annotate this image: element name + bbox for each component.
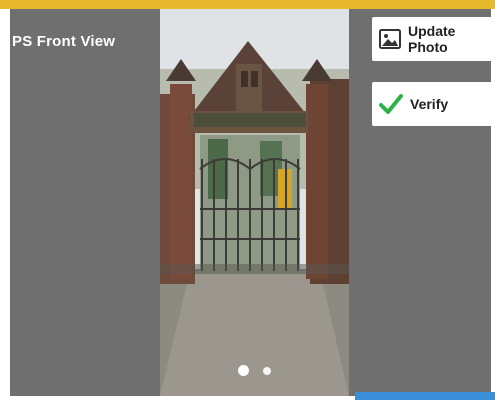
top-accent-bar [0,0,495,9]
carousel-dot-active[interactable] [237,365,249,377]
gate-photo [160,9,349,396]
update-photo-button[interactable]: Update Photo [372,17,492,61]
bottom-accent-bar [355,392,495,400]
verify-label: Verify [410,96,449,112]
carousel-dot[interactable] [263,366,272,375]
check-icon [378,92,404,116]
photo-carousel[interactable] [160,9,349,396]
verify-button[interactable]: Verify [372,82,492,126]
update-photo-label: Update Photo [408,23,456,55]
page-title: PS Front View [12,33,116,50]
carousel-indicator [160,362,349,380]
photo-icon [378,27,402,51]
